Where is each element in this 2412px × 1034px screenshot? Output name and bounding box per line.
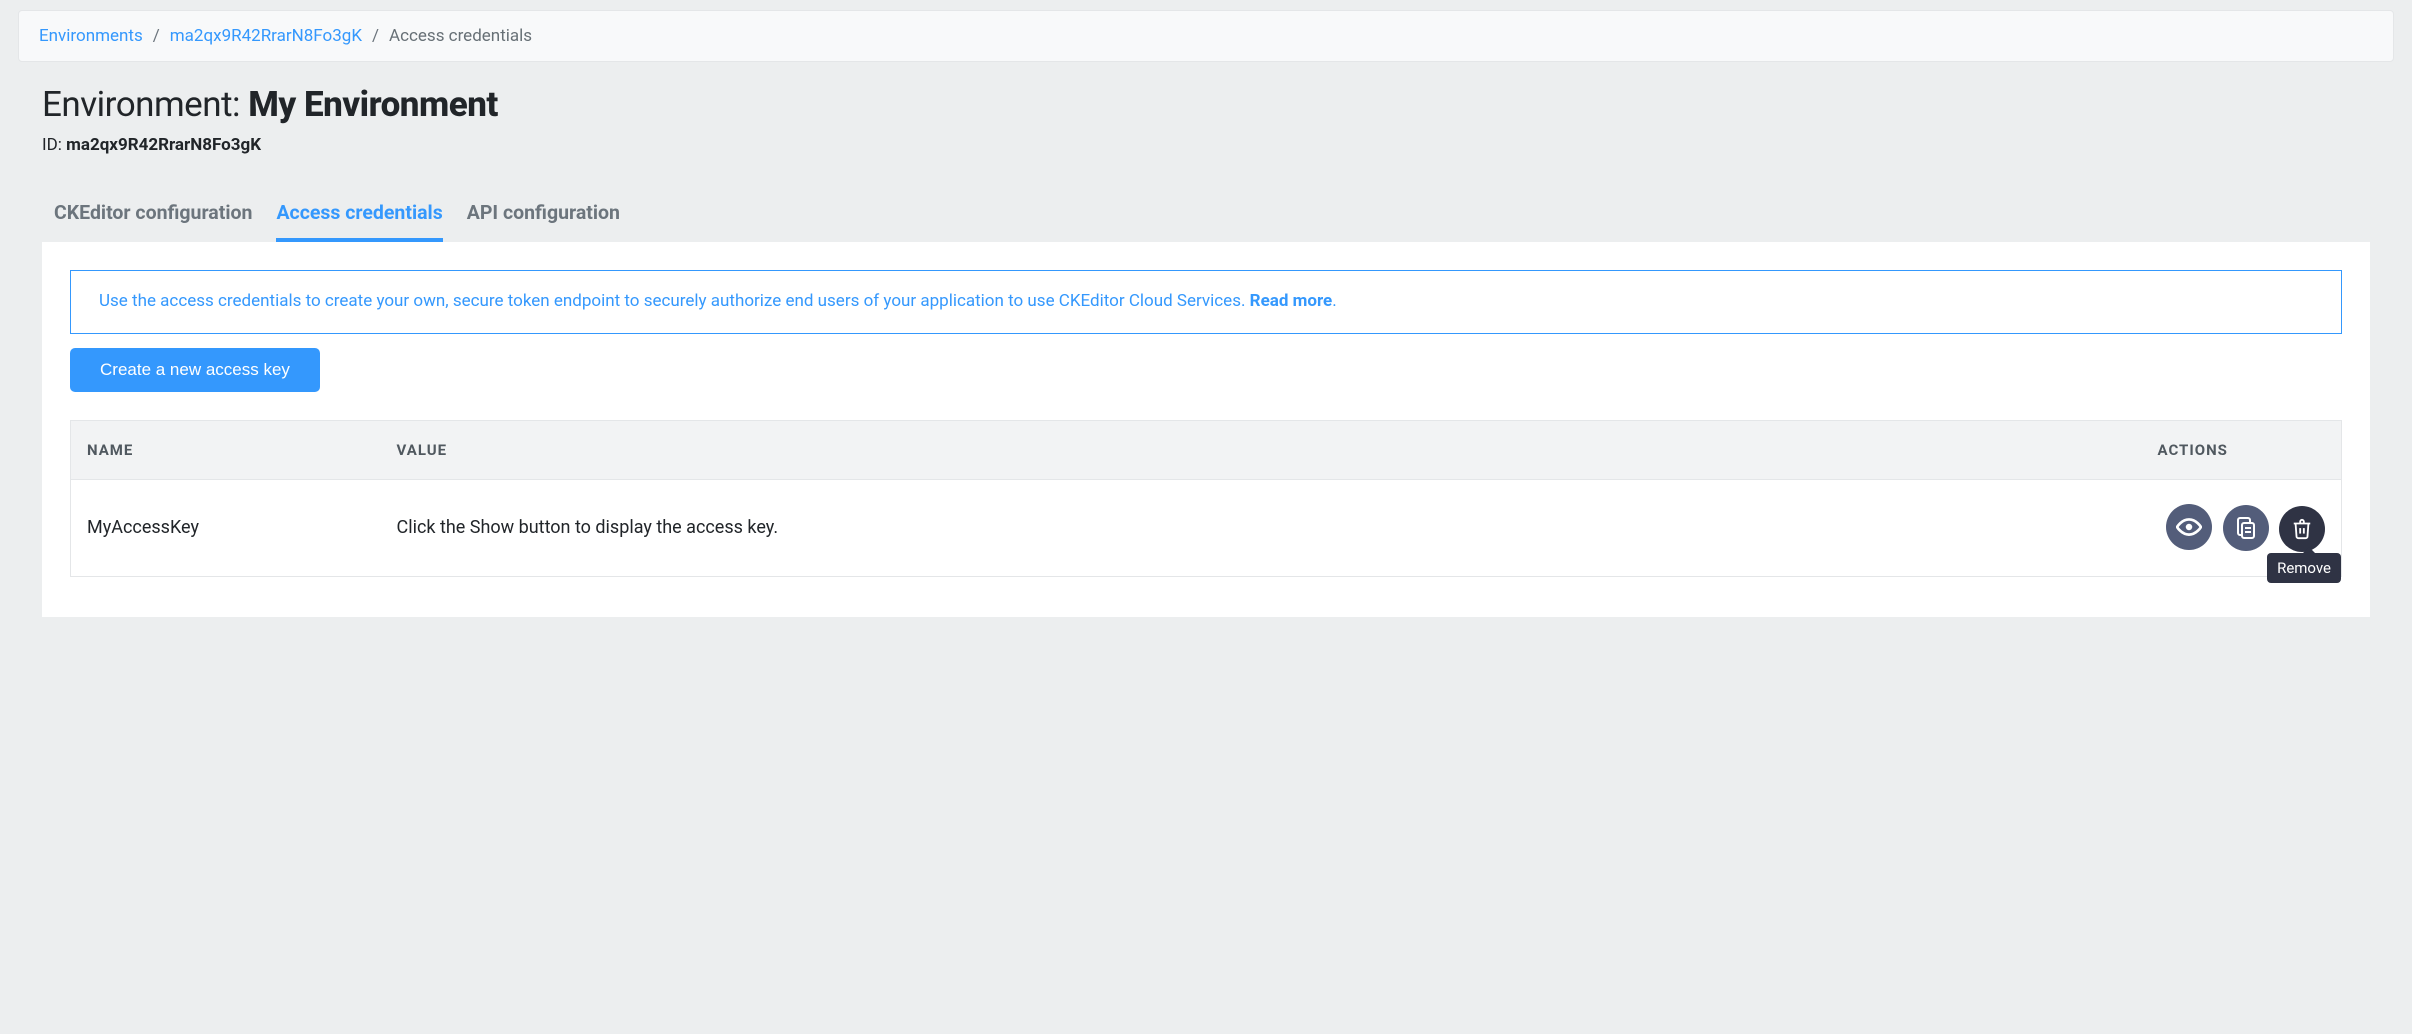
info-suffix: . <box>1332 291 1336 311</box>
env-id-label: ID: <box>42 135 66 155</box>
copy-button[interactable] <box>2223 505 2269 551</box>
remove-tooltip: Remove <box>2267 553 2341 583</box>
env-id-value: ma2qx9R42RrarN8Fo3gK <box>66 135 261 155</box>
info-banner: Use the access credentials to create you… <box>70 270 2342 334</box>
breadcrumb-link-env-id[interactable]: ma2qx9R42RrarN8Fo3gK <box>170 26 362 46</box>
page-title-name: My Environment <box>248 84 498 125</box>
create-access-key-button[interactable]: Create a new access key <box>70 348 320 392</box>
content-panel: Use the access credentials to create you… <box>42 242 2370 617</box>
cell-name: MyAccessKey <box>71 479 381 576</box>
table-header-row: NAME VALUE ACTIONS <box>71 420 2342 479</box>
col-header-actions: ACTIONS <box>2142 420 2342 479</box>
page-title: Environment: My Environment <box>42 84 2370 125</box>
cell-value: Click the Show button to display the acc… <box>381 479 2142 576</box>
col-header-name: NAME <box>71 420 381 479</box>
page-title-prefix: Environment: <box>42 84 248 125</box>
breadcrumb-current: Access credentials <box>389 26 532 46</box>
breadcrumb: Environments / ma2qx9R42RrarN8Fo3gK / Ac… <box>18 10 2394 62</box>
cell-actions: Remove <box>2142 479 2342 576</box>
copy-icon <box>2234 516 2258 540</box>
page-header: Environment: My Environment ID: ma2qx9R4… <box>0 62 2412 167</box>
info-read-more-link[interactable]: Read more <box>1250 291 1333 311</box>
info-text: Use the access credentials to create you… <box>99 291 1250 311</box>
tab-ckeditor-configuration[interactable]: CKEditor configuration <box>54 193 252 242</box>
col-header-value: VALUE <box>381 420 2142 479</box>
table-row: MyAccessKey Click the Show button to dis… <box>71 479 2342 576</box>
breadcrumb-separator: / <box>153 26 160 46</box>
breadcrumb-separator: / <box>372 26 379 46</box>
trash-icon <box>2291 518 2313 540</box>
tab-api-configuration[interactable]: API configuration <box>467 193 620 242</box>
show-button[interactable] <box>2166 504 2212 550</box>
tabs: CKEditor configuration Access credential… <box>0 167 2412 242</box>
remove-button[interactable] <box>2279 506 2325 552</box>
eye-icon <box>2176 514 2202 540</box>
breadcrumb-link-environments[interactable]: Environments <box>39 26 143 46</box>
tab-access-credentials[interactable]: Access credentials <box>276 193 442 242</box>
access-keys-table: NAME VALUE ACTIONS MyAccessKey Click the… <box>70 420 2342 577</box>
environment-id: ID: ma2qx9R42RrarN8Fo3gK <box>42 135 2370 155</box>
